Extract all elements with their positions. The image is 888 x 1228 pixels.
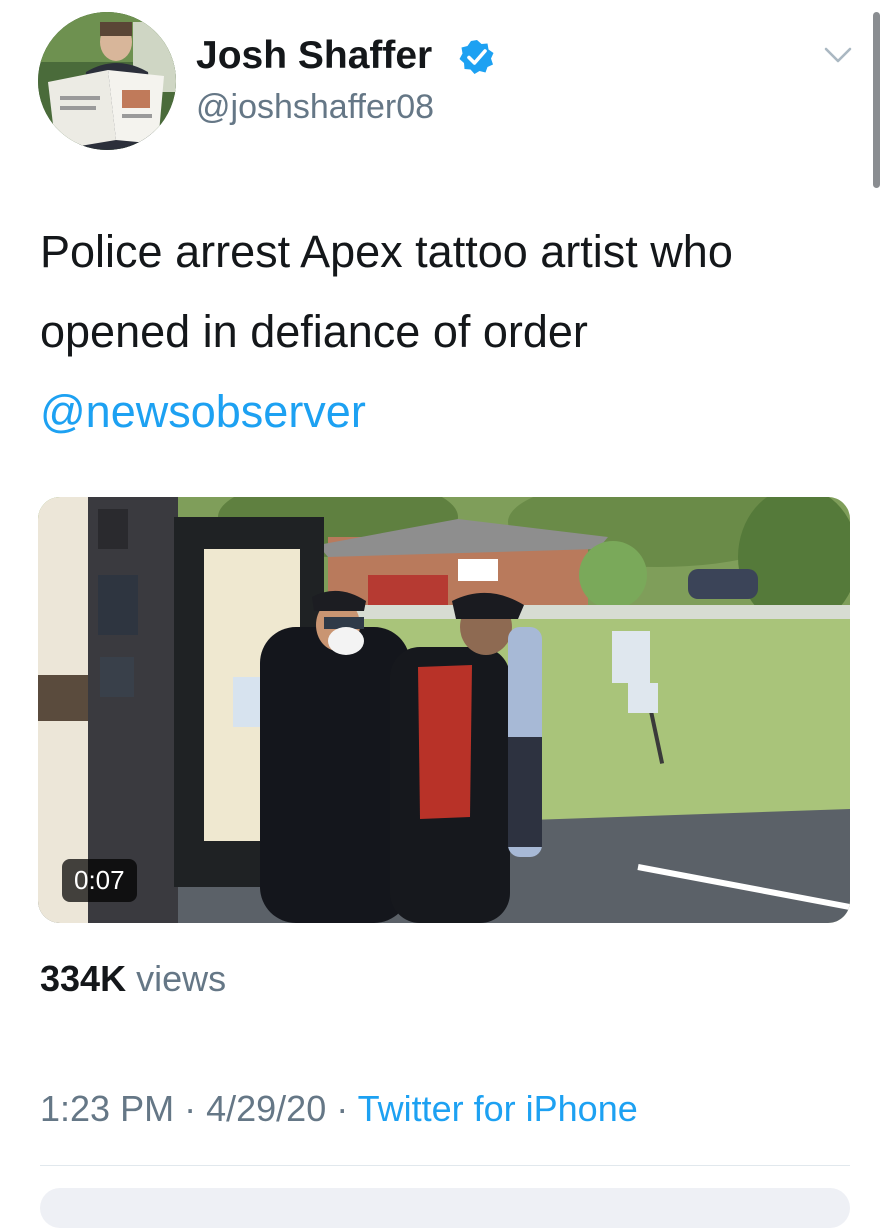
tweet-time: 1:23 PM — [40, 1088, 175, 1129]
tweet-source-link[interactable]: Twitter for iPhone — [358, 1088, 638, 1129]
video-player[interactable]: 0:07 — [38, 497, 850, 923]
tweet-text: Police arrest Apex tattoo artist who ope… — [40, 212, 850, 452]
scrollbar[interactable] — [873, 12, 880, 188]
tweet-metadata: 1:23 PM · 4/29/20 · Twitter for iPhone — [40, 1088, 638, 1130]
video-thumbnail — [38, 497, 850, 923]
meta-separator: · — [184, 1088, 197, 1129]
views-label: views — [136, 958, 227, 999]
meta-separator: · — [336, 1088, 349, 1129]
tweet-date: 4/29/20 — [206, 1088, 327, 1129]
views-number: 334K — [40, 958, 127, 999]
author-handle[interactable]: @joshshaffer08 — [196, 88, 434, 127]
mention-link[interactable]: @newsobserver — [40, 372, 850, 452]
avatar[interactable] — [38, 12, 176, 150]
next-section-bubble — [40, 1188, 850, 1228]
chevron-down-icon[interactable] — [822, 42, 854, 68]
verified-badge-icon — [459, 40, 494, 74]
author-display-name[interactable]: Josh Shaffer — [196, 34, 432, 78]
views-count[interactable]: 334K views — [40, 958, 226, 1000]
video-duration-badge: 0:07 — [62, 859, 137, 902]
tweet-body: Police arrest Apex tattoo artist who ope… — [40, 226, 733, 357]
divider — [40, 1165, 850, 1166]
avatar-image — [38, 12, 176, 150]
